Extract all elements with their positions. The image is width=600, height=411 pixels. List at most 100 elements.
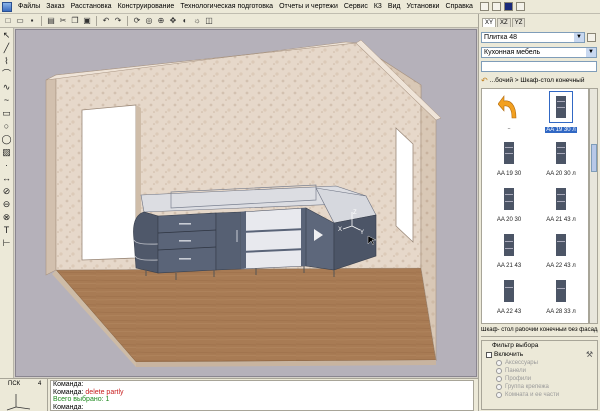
catalog-item[interactable]: AA 20 30 л (536, 135, 586, 181)
menu-item-help[interactable]: Справка (442, 3, 475, 10)
mirror-icon[interactable]: ⊗ (2, 212, 12, 222)
pan-icon[interactable]: ✥ (168, 16, 178, 26)
paste-icon[interactable]: ▣ (82, 16, 92, 26)
menu-item-reports[interactable]: Отчеты и чертежи (276, 3, 341, 10)
filter-radio[interactable] (496, 376, 502, 382)
rotate-icon[interactable]: ⟳ (132, 16, 142, 26)
ellipse-icon[interactable]: ◯ (1, 134, 11, 144)
folder-up-icon[interactable]: ↶ (481, 75, 488, 87)
catalog-item[interactable]: AA 19 30 л (536, 89, 586, 135)
search-field[interactable] (481, 61, 597, 72)
orbit-icon[interactable]: ◎ (144, 16, 154, 26)
filter-radio[interactable] (496, 384, 502, 390)
catalog-item[interactable]: AA 21 43 л (536, 181, 586, 227)
circle-icon[interactable]: ○ (2, 121, 12, 131)
save-icon[interactable]: ▪ (27, 16, 37, 26)
menu-item-placement[interactable]: Расстановка (68, 3, 115, 10)
filter-radio[interactable] (496, 392, 502, 398)
cabinet-thumbnail (556, 234, 566, 256)
pointer-icon[interactable]: ↖ (2, 30, 12, 40)
undo-icon[interactable]: ↶ (101, 16, 111, 26)
catalog-item[interactable]: AA 19 30 (484, 135, 534, 181)
app-icon[interactable] (2, 1, 12, 12)
menu-item-settings[interactable]: Установки (404, 3, 443, 10)
copy-icon[interactable]: ❐ (70, 16, 80, 26)
tab-xz[interactable]: XZ (497, 18, 511, 27)
back-arrow-icon (497, 95, 517, 119)
filter-option[interactable]: Группа крепежа (482, 383, 597, 391)
cut-icon[interactable]: ✂ (58, 16, 68, 26)
filter-enable-row[interactable]: Включить ⚒ (482, 350, 597, 359)
catalog-item[interactable]: AA 22 43 (484, 273, 534, 319)
hatch-icon[interactable]: ▨ (2, 147, 12, 157)
dimension-icon[interactable]: ↔ (2, 173, 12, 183)
filter-option[interactable]: Аксессуары (482, 359, 597, 367)
menu-item-order[interactable]: Заказ (43, 3, 67, 10)
menu-item-view[interactable]: Вид (385, 3, 404, 10)
chevron-down-icon[interactable]: ▼ (574, 33, 584, 42)
open-icon[interactable]: ▭ (15, 16, 25, 26)
line-icon[interactable]: ╱ (2, 43, 12, 53)
filter-option[interactable]: Комната и ее части (482, 391, 597, 399)
rectangle-icon[interactable]: ▭ (2, 108, 12, 118)
text-icon[interactable]: T (2, 225, 12, 235)
print-icon[interactable]: ▤ (46, 16, 56, 26)
command-console[interactable]: Команда: Команда: delete partly Всего вы… (50, 380, 474, 411)
catalog-item[interactable]: AA 22 43 л (536, 227, 586, 273)
toolbar-divider (41, 15, 42, 26)
wrench-icon[interactable]: ⚒ (586, 350, 593, 359)
light-icon[interactable]: ☼ (192, 16, 202, 26)
filter-option[interactable]: Профили (482, 375, 597, 383)
drawer-handle (179, 240, 191, 242)
polyline-icon[interactable]: ⌇ (2, 56, 12, 66)
color-swatch-icon[interactable] (503, 2, 513, 11)
zoom-icon[interactable]: ⊕ (156, 16, 166, 26)
tab-yz[interactable]: YZ (511, 18, 526, 27)
arc-icon[interactable]: ⌒ (2, 69, 12, 79)
filter-radio[interactable] (496, 368, 502, 374)
spline-icon[interactable]: ~ (2, 95, 12, 105)
breadcrumb: ↶ ...бочий > Шкаф-стол конечный (481, 75, 597, 87)
scrollbar-thumb[interactable] (591, 144, 597, 172)
menu-item-tech-prep[interactable]: Технологическая подготовка (177, 3, 276, 10)
menu-item-service[interactable]: Сервис (341, 3, 371, 10)
filter-option-label: Группа крепежа (505, 384, 549, 390)
curve-icon[interactable]: ∿ (2, 82, 12, 92)
tab-xy[interactable]: XY (482, 18, 497, 27)
catalog-item[interactable]: AA 21 43 (484, 227, 534, 273)
trim-icon[interactable]: ⊘ (2, 186, 12, 196)
library-combo[interactable]: Кухонная мебель ▼ (481, 47, 597, 58)
catalog-item[interactable]: AA 20 30 (484, 181, 534, 227)
catalog-item-back[interactable]: .. (484, 89, 534, 135)
filter-radio[interactable] (496, 360, 502, 366)
measure-icon[interactable]: ⊢ (2, 238, 12, 248)
catalog-item[interactable]: AA 28 33 л (536, 273, 586, 319)
layers-icon[interactable] (491, 2, 501, 11)
menu-item-k3[interactable]: К3 (371, 3, 385, 10)
catalog-item-label: AA 20 30 л (546, 171, 576, 177)
render-icon[interactable]: ◐ (180, 16, 190, 26)
point-icon[interactable]: · (2, 160, 12, 170)
filter-option[interactable]: Панели (482, 367, 597, 375)
catalog-item-label: AA 19 30 (496, 171, 522, 177)
grid-icon[interactable] (479, 2, 489, 11)
catalog-scrollbar[interactable] (589, 88, 598, 324)
material-combo[interactable]: Плитка 48 ▼ (481, 32, 585, 43)
menu-item-files[interactable]: Файлы (15, 3, 43, 10)
camera-icon[interactable]: ◫ (204, 16, 214, 26)
breadcrumb-path: ...бочий > Шкаф-стол конечный (489, 77, 585, 84)
catalog-item-label: AA 22 43 (496, 309, 522, 315)
open-shelf-unit (240, 207, 307, 270)
chevron-down-icon[interactable]: ▼ (586, 48, 596, 57)
rotate-tool-icon[interactable]: ⊖ (2, 199, 12, 209)
panel-settings-icon[interactable] (587, 33, 596, 42)
3d-viewport[interactable]: Z X Y (15, 29, 477, 377)
redo-icon[interactable]: ↷ (113, 16, 123, 26)
ucs-axis-icon (6, 394, 31, 411)
window-icon[interactable] (515, 2, 525, 11)
catalog-item-label: .. (507, 125, 511, 131)
selection-filter: Фильтр выбора Включить ⚒ Аксессуары Пане… (481, 340, 598, 410)
menu-item-design[interactable]: Конструирование (115, 3, 178, 10)
filter-enable-checkbox[interactable] (486, 351, 492, 358)
new-icon[interactable]: □ (3, 16, 13, 26)
